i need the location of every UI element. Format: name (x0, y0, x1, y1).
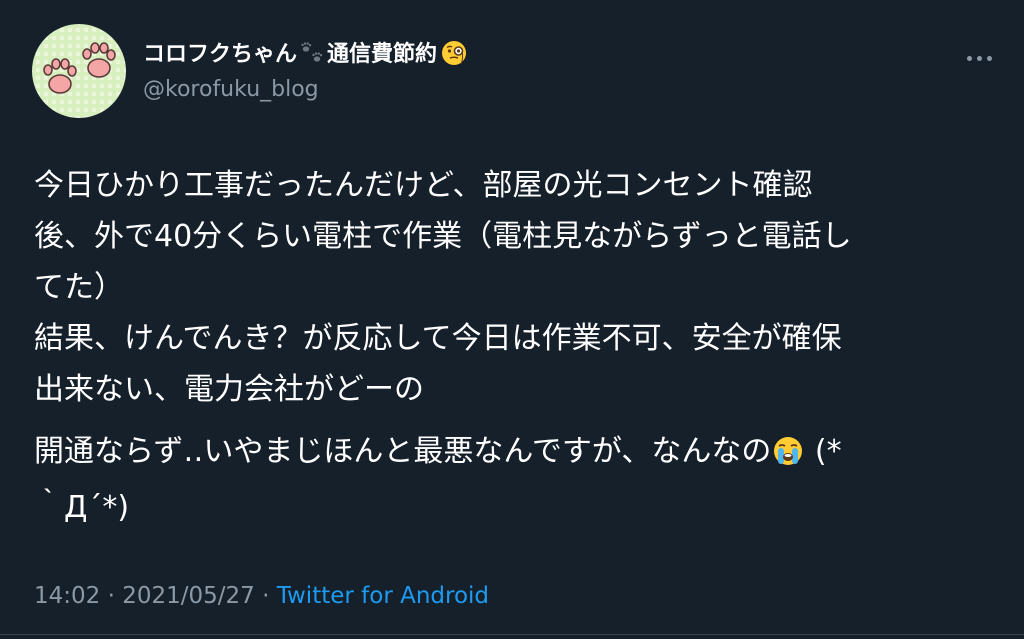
tweet-detail: コロフクちゃん 通信費節約 @korofuku_blog 今日ひかり工事だったん… (0, 0, 1024, 639)
tweet-time[interactable]: 14:02 (34, 583, 100, 609)
tweet-line: 後、外で40分くらい電柱で作業（電柱見ながらずっと電話し (34, 219, 852, 254)
paw-prints-icon (299, 41, 325, 74)
display-name: コロフクちゃん (143, 42, 298, 67)
tweet-line-text: 開通ならず‥いやまじほんと最悪なんですが、なんなの (34, 434, 772, 469)
tweet-line: 出来ない、電力会社がどーの (34, 372, 424, 407)
monocle-face-emoji-icon (441, 40, 467, 75)
author-name[interactable]: コロフクちゃん 通信費節約 (143, 40, 467, 75)
tweet-line-text: (* (805, 434, 842, 469)
tweet-line: 結果、けんでんき？が反応して今日は作業不可、安全が確保 (34, 321, 842, 356)
tweet-line: 今日ひかり工事だったんだけど、部屋の光コンセント確認 (34, 168, 813, 203)
tweet-line: 開通ならず‥いやまじほんと最悪なんですが、なんなの (* (34, 426, 994, 482)
meta-separator: · (100, 583, 123, 609)
divider (0, 634, 1024, 635)
tweet-line: ｀Д´*) (34, 490, 130, 525)
tweet-source-link[interactable]: Twitter for Android (277, 583, 489, 609)
tweet-text: 今日ひかり工事だったんだけど、部屋の光コンセント確認 後、外で40分くらい電柱で… (34, 160, 994, 533)
paw-avatar-icon (32, 24, 126, 118)
tweet-date[interactable]: 2021/05/27 (122, 583, 255, 609)
meta-separator: · (254, 583, 277, 609)
loudly-crying-face-emoji-icon (773, 431, 803, 482)
tweet-line: てた） (34, 270, 124, 305)
more-options-button[interactable] (962, 46, 996, 70)
display-name-suffix: 通信費節約 (327, 42, 438, 67)
more-dot-icon (966, 55, 972, 61)
avatar[interactable] (32, 24, 126, 118)
author-handle[interactable]: @korofuku_blog (143, 75, 319, 105)
more-dot-icon (976, 55, 982, 61)
tweet-meta: 14:02 · 2021/05/27 · Twitter for Android (34, 580, 489, 612)
more-dot-icon (986, 55, 992, 61)
